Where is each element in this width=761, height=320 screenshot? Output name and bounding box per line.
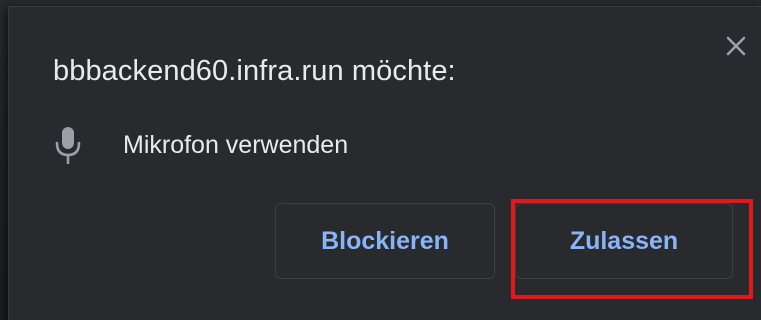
block-button[interactable]: Blockieren (275, 203, 495, 279)
microphone-icon (53, 125, 83, 165)
allow-button[interactable]: Zulassen (515, 203, 733, 279)
permission-row: Mikrofon verwenden (53, 125, 348, 165)
close-icon (726, 36, 746, 56)
permission-label: Mikrofon verwenden (123, 130, 349, 159)
dialog-title: bbbackend60.infra.run möchte: (53, 55, 456, 87)
permission-dialog: bbbackend60.infra.run möchte: Mikrofon v… (8, 6, 761, 320)
close-button[interactable] (721, 31, 751, 61)
